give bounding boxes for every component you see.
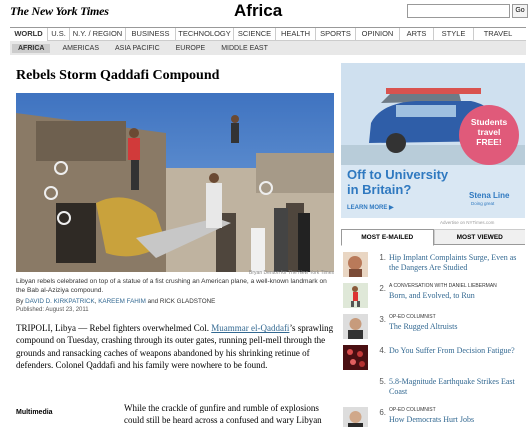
- list-title[interactable]: 5.8-Magnitude Earthquake Strikes East Co…: [389, 377, 523, 396]
- nav-business[interactable]: Business: [126, 28, 176, 41]
- list-item[interactable]: 2. A CONVERSATION WITH DANIEL LIEBERMAN …: [341, 281, 525, 312]
- list-number: 3.: [379, 315, 386, 324]
- rebels-statue-photo: [16, 93, 334, 272]
- article-body: While the crackle of gunfire and rumble …: [124, 403, 322, 426]
- advertise-link[interactable]: Advertise on NYTimes.com: [440, 220, 494, 225]
- nav-sports[interactable]: Sports: [316, 28, 356, 41]
- list-kicker: OP-ED COLUMNIST: [389, 314, 436, 320]
- ad-tagline: Doing great: [471, 201, 495, 206]
- subnav-africa[interactable]: Africa: [12, 43, 51, 53]
- author-link-kirkpatrick[interactable]: DAVID D. KIRKPATRICK: [25, 298, 95, 305]
- subnav-americas[interactable]: Americas: [62, 45, 99, 52]
- lede-text-1: TRIPOLI, Libya — Rebel fighters overwhel…: [16, 323, 209, 333]
- most-emailed-list: 1. Hip Implant Complaints Surge, Even as…: [341, 250, 525, 427]
- list-title[interactable]: How Democrats Hurt Jobs: [389, 415, 523, 425]
- list-title[interactable]: Born, and Evolved, to Run: [389, 291, 523, 301]
- article-lede: TRIPOLI, Libya — Rebel fighters overwhel…: [16, 322, 336, 372]
- article-photo[interactable]: [16, 93, 334, 272]
- list-number: 6.: [379, 408, 386, 417]
- author-gladstone: RICK GLADSTONE: [159, 298, 216, 305]
- subsection-nav: Africa Americas Asia Pacific Europe Midd…: [10, 41, 526, 55]
- multimedia-heading: Multimedia: [16, 409, 53, 416]
- list-kicker: A CONVERSATION WITH DANIEL LIEBERMAN: [389, 283, 497, 289]
- article-headline: Rebels Storm Qaddafi Compound: [16, 68, 220, 83]
- author-link-fahim[interactable]: KAREEM FAHIM: [98, 298, 146, 305]
- ad-learn-more-link[interactable]: LEARN MORE ▶: [347, 204, 394, 211]
- qaddafi-link[interactable]: Muammar el-Qaddafi: [211, 323, 289, 333]
- nav-health[interactable]: Health: [276, 28, 316, 41]
- search-go-button[interactable]: Go: [512, 4, 528, 18]
- list-item[interactable]: 3. OP-ED COLUMNIST The Rugged Altruists: [341, 312, 525, 343]
- list-number: 2.: [379, 284, 386, 293]
- nav-opinion[interactable]: Opinion: [356, 28, 400, 41]
- subnav-middle-east[interactable]: Middle East: [221, 45, 268, 52]
- nyt-logo[interactable]: The New York Times: [10, 4, 109, 19]
- subnav-asia-pacific[interactable]: Asia Pacific: [115, 45, 160, 52]
- list-number: 5.: [379, 377, 386, 386]
- photo-credit: Bryan Denton for The New York Times: [249, 270, 334, 276]
- ad-brand-logo: Stena Line: [469, 191, 510, 200]
- list-item[interactable]: 4. Do You Suffer From Decision Fatigue?: [341, 343, 525, 374]
- search-input[interactable]: [407, 4, 510, 18]
- columnist-thumbnail: [343, 314, 368, 339]
- photo-caption: Libyan rebels celebrated on top of a sta…: [16, 278, 327, 294]
- list-item[interactable]: 5. 5.8-Magnitude Earthquake Strikes East…: [341, 374, 525, 405]
- list-kicker: OP-ED COLUMNIST: [389, 407, 436, 413]
- nav-travel[interactable]: Travel: [474, 28, 522, 41]
- tab-most-emailed[interactable]: MOST E-MAILED: [341, 229, 434, 246]
- tab-most-viewed[interactable]: MOST VIEWED: [433, 229, 525, 244]
- byline: By DAVID D. KIRKPATRICK, KAREEM FAHIM an…: [16, 298, 216, 305]
- list-item[interactable]: 1. Hip Implant Complaints Surge, Even as…: [341, 250, 525, 281]
- decision-fatigue-thumbnail: [343, 345, 368, 370]
- ad-badge-line3: FREE!: [476, 137, 502, 147]
- runner-thumbnail: [343, 283, 368, 308]
- nav-technology[interactable]: Technology: [176, 28, 234, 41]
- ad-headline: Off to University in Britain?: [347, 167, 448, 197]
- section-title: Africa: [234, 1, 283, 20]
- nav-world[interactable]: World: [10, 28, 48, 41]
- nav-arts[interactable]: Arts: [400, 28, 434, 41]
- nav-style[interactable]: Style: [434, 28, 474, 41]
- ad-headline-line1: Off to University: [347, 167, 449, 182]
- list-title[interactable]: Hip Implant Complaints Surge, Even as th…: [389, 253, 523, 272]
- subnav-europe[interactable]: Europe: [176, 45, 206, 52]
- byline-prefix: By: [16, 298, 24, 305]
- list-number: 1.: [379, 253, 386, 262]
- nav-ny-region[interactable]: N.Y. / Region: [70, 28, 126, 41]
- list-title[interactable]: Do You Suffer From Decision Fatigue?: [389, 346, 523, 356]
- columnist-thumbnail: [343, 407, 368, 427]
- section-nav: World U.S. N.Y. / Region Business Techno…: [10, 27, 526, 41]
- list-title[interactable]: The Rugged Altruists: [389, 322, 523, 332]
- byline-and: and: [147, 298, 159, 305]
- ad-badge: Students travel FREE!: [459, 105, 519, 165]
- nav-science[interactable]: Science: [234, 28, 276, 41]
- publish-date: Published: August 23, 2011: [16, 307, 89, 313]
- list-number: 4.: [379, 346, 386, 355]
- masthead: The New York Times Africa Go: [0, 0, 531, 26]
- nav-us[interactable]: U.S.: [48, 28, 70, 41]
- ad-headline-line2: in Britain?: [347, 182, 412, 197]
- advertisement[interactable]: Students travel FREE! Off to University …: [341, 63, 525, 218]
- ad-badge-line2: travel: [477, 127, 501, 137]
- most-popular-tabs: MOST E-MAILED MOST VIEWED: [341, 229, 525, 246]
- list-item[interactable]: 6. OP-ED COLUMNIST How Democrats Hurt Jo…: [341, 405, 525, 427]
- ad-badge-line1: Students: [470, 117, 508, 127]
- hip-implant-thumbnail: [343, 252, 368, 277]
